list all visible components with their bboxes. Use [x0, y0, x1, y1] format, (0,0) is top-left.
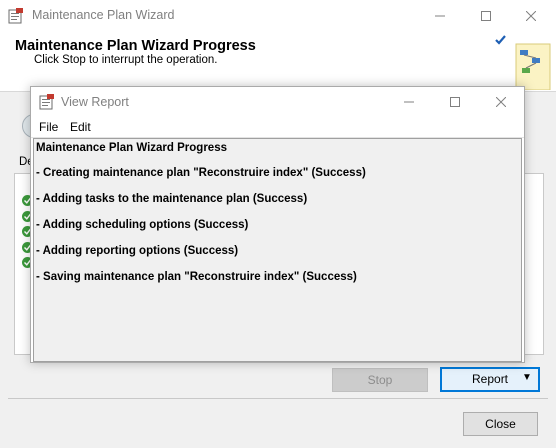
menu-edit[interactable]: Edit	[70, 120, 91, 134]
report-line: - Adding scheduling options (Success)	[36, 219, 249, 231]
report-button[interactable]: Report ▼	[440, 367, 540, 392]
report-heading: Maintenance Plan Wizard Progress	[36, 142, 227, 154]
minimize-icon	[435, 15, 445, 16]
report-content[interactable]: Maintenance Plan Wizard Progress - Creat…	[33, 138, 522, 362]
menu-file[interactable]: File	[39, 120, 58, 134]
report-line: - Adding reporting options (Success)	[36, 245, 239, 257]
report-line: - Saving maintenance plan "Reconstruire …	[36, 271, 357, 283]
minimize-icon	[404, 101, 414, 103]
wizard-banner-icon	[495, 35, 551, 90]
view-report-window: View Report File Edit Maintenance Plan W…	[30, 86, 525, 363]
close-icon	[496, 97, 506, 107]
report-maximize-button[interactable]	[432, 87, 478, 117]
report-menubar: File Edit	[31, 117, 524, 138]
page-subtitle: Click Stop to interrupt the operation.	[34, 54, 218, 66]
close-button[interactable]: Close	[463, 412, 538, 436]
close-window-button[interactable]	[508, 0, 554, 31]
report-title: View Report	[61, 95, 129, 109]
maximize-icon	[450, 97, 460, 107]
wizard-title: Maintenance Plan Wizard	[32, 8, 175, 22]
wizard-titlebar[interactable]: Maintenance Plan Wizard	[0, 0, 556, 31]
report-line: - Adding tasks to the maintenance plan (…	[36, 193, 308, 205]
report-close-button[interactable]	[478, 87, 524, 117]
close-icon	[526, 10, 536, 21]
maximize-icon	[481, 10, 491, 21]
minimize-button[interactable]	[417, 0, 463, 31]
maximize-button[interactable]	[463, 0, 509, 31]
report-line: - Creating maintenance plan "Reconstruir…	[36, 167, 366, 179]
report-titlebar[interactable]: View Report	[31, 87, 524, 117]
chevron-down-icon: ▼	[522, 372, 532, 383]
footer-divider	[8, 398, 548, 399]
page-title: Maintenance Plan Wizard Progress	[15, 38, 256, 54]
wizard-app-icon	[8, 8, 23, 24]
report-app-icon	[39, 94, 54, 110]
report-minimize-button[interactable]	[386, 87, 432, 117]
stop-button[interactable]: Stop	[332, 368, 428, 392]
report-button-label: Report	[472, 372, 509, 386]
